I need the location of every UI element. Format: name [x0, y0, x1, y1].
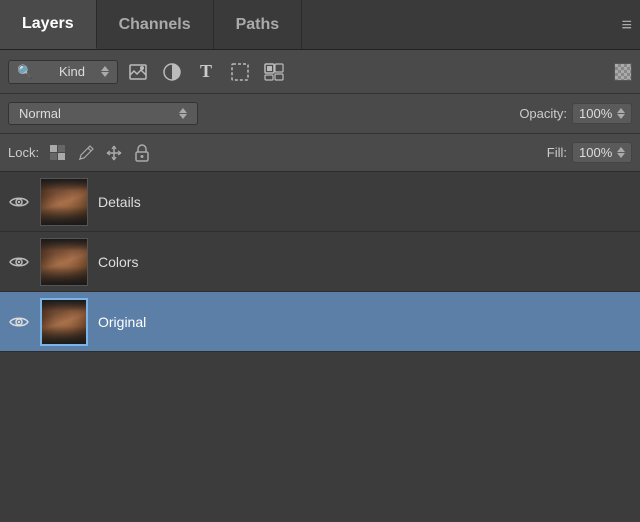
layer-list: Details Colors Original [0, 172, 640, 352]
layer-item-original[interactable]: Original [0, 292, 640, 352]
fill-label: Fill: [547, 145, 567, 160]
shape-filter-icon[interactable] [226, 58, 254, 86]
search-icon: 🔍 [17, 64, 55, 80]
panel-menu-button[interactable]: ≡ [621, 14, 632, 35]
layer-name-colors: Colors [98, 254, 138, 270]
layer-visibility-original[interactable] [8, 311, 30, 333]
opacity-spinner-up-icon [617, 108, 625, 113]
fill-spinner-down-icon [617, 153, 625, 158]
spinner-down-icon [101, 72, 109, 77]
fill-spinner-up-icon [617, 147, 625, 152]
lock-label: Lock: [8, 145, 39, 160]
layer-item-details[interactable]: Details [0, 172, 640, 232]
layer-thumb-colors [40, 238, 88, 286]
tab-paths[interactable]: Paths [214, 0, 303, 49]
opacity-spinner-down-icon [617, 114, 625, 119]
tab-channels[interactable]: Channels [97, 0, 214, 49]
kind-spinner[interactable] [101, 66, 109, 77]
type-filter-icon[interactable]: T [192, 58, 220, 86]
layer-thumb-original [40, 298, 88, 346]
fill-input[interactable]: 100% [572, 142, 632, 163]
layer-thumb-details [40, 178, 88, 226]
lock-position-icon[interactable] [103, 142, 125, 164]
blend-mode-dropdown[interactable]: Normal [8, 102, 198, 125]
smart-filter-icon[interactable] [260, 58, 288, 86]
lock-all-icon[interactable] [131, 142, 153, 164]
opacity-label: Opacity: [519, 106, 567, 121]
blend-opacity-toolbar: Normal Opacity: 100% [0, 94, 640, 134]
tab-layers[interactable]: Layers [0, 0, 97, 49]
opacity-section: Opacity: 100% [519, 103, 632, 124]
color-sample-icon [614, 63, 632, 81]
lock-image-pixels-icon[interactable] [75, 142, 97, 164]
spinner-up-icon [101, 66, 109, 71]
layer-visibility-details[interactable] [8, 191, 30, 213]
lock-fill-toolbar: Lock: F [0, 134, 640, 172]
tab-bar: Layers Channels Paths ≡ [0, 0, 640, 50]
kind-filter-dropdown[interactable]: 🔍 Kind [8, 60, 118, 84]
layer-name-details: Details [98, 194, 141, 210]
layer-visibility-colors[interactable] [8, 251, 30, 273]
opacity-input[interactable]: 100% [572, 103, 632, 124]
layer-item-colors[interactable]: Colors [0, 232, 640, 292]
blend-spinner-up-icon [179, 108, 187, 113]
filter-toolbar: 🔍 Kind T [0, 50, 640, 94]
opacity-spinner[interactable] [617, 108, 625, 119]
layer-name-original: Original [98, 314, 146, 330]
pixel-filter-icon[interactable] [124, 58, 152, 86]
adjustment-filter-icon[interactable] [158, 58, 186, 86]
lock-transparent-icon[interactable] [47, 142, 69, 164]
blend-spinner-down-icon [179, 114, 187, 119]
blend-spinner[interactable] [179, 108, 187, 119]
fill-section: Fill: 100% [547, 142, 632, 163]
fill-spinner[interactable] [617, 147, 625, 158]
